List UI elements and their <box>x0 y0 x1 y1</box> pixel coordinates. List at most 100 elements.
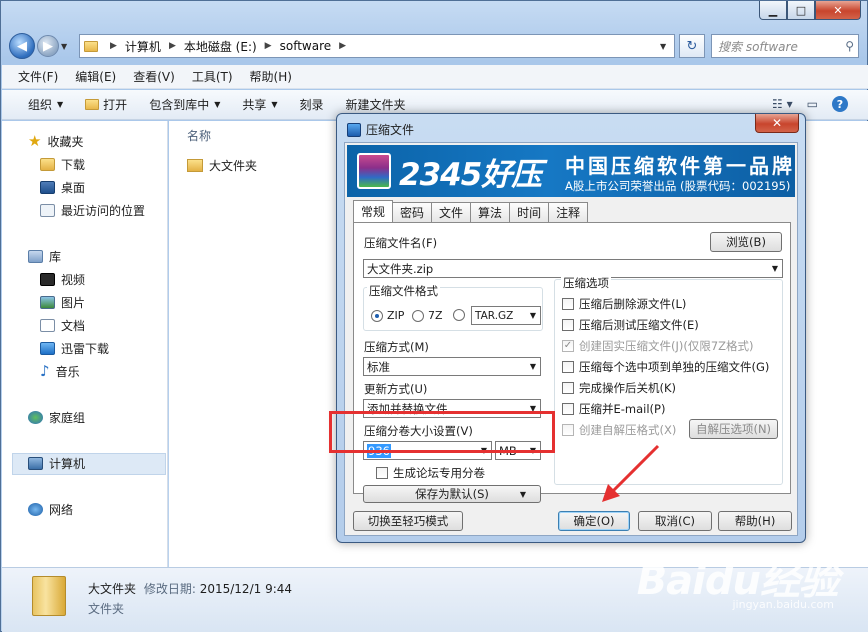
method-value: 标准 <box>367 359 390 374</box>
back-button[interactable]: ◀ <box>9 33 35 59</box>
tab-time[interactable]: 时间 <box>509 202 550 222</box>
close-button[interactable]: ✕ <box>815 1 861 20</box>
format-other-radio[interactable] <box>453 309 469 321</box>
breadcrumb-software[interactable]: software <box>280 39 332 53</box>
nav-item-downloads[interactable]: 下载 <box>40 156 85 173</box>
nav-item-pictures[interactable]: 图片 <box>40 294 85 311</box>
filename-label: 压缩文件名(F) <box>364 236 438 250</box>
recent-places-icon <box>40 204 55 217</box>
tab-password[interactable]: 密码 <box>392 202 433 222</box>
menu-view[interactable]: 查看(V) <box>133 68 175 85</box>
nav-item-thunder[interactable]: 迅雷下载 <box>40 340 109 357</box>
help-icon[interactable]: ? <box>832 96 848 112</box>
menu-bar: 文件(F) 编辑(E) 查看(V) 工具(T) 帮助(H) <box>2 65 868 89</box>
folder-icon <box>32 576 66 616</box>
folder-icon <box>84 40 98 52</box>
tab-general[interactable]: 常规 <box>353 200 394 222</box>
cancel-button[interactable]: 取消(C) <box>638 511 712 531</box>
maximize-button[interactable]: □ <box>787 1 815 20</box>
homegroup-icon <box>28 411 43 424</box>
tab-algorithm[interactable]: 算法 <box>470 202 511 222</box>
open-button[interactable]: 打开 <box>85 96 127 113</box>
organize-button[interactable]: 组织 ▼ <box>28 96 63 113</box>
library-icon <box>28 250 43 263</box>
option-shutdown[interactable]: 完成操作后关机(K) <box>562 380 676 396</box>
radio-selected-icon <box>371 309 383 322</box>
burn-button[interactable]: 刻录 <box>300 96 324 113</box>
window-controls: ▁ □ ✕ <box>759 1 861 20</box>
menu-tools[interactable]: 工具(T) <box>192 68 233 85</box>
ok-button[interactable]: 确定(O) <box>558 511 630 531</box>
nav-item-documents[interactable]: 文档 <box>40 317 85 334</box>
refresh-button[interactable]: ↻ <box>679 34 705 58</box>
file-name: 大文件夹 <box>209 158 258 173</box>
search-input[interactable]: 搜索 software ⚲ <box>711 34 859 58</box>
details-modified-value: 2015/12/1 9:44 <box>199 582 293 596</box>
nav-item-label: 下载 <box>61 158 86 172</box>
nav-item-desktop[interactable]: 桌面 <box>40 179 85 196</box>
nav-favorites[interactable]: ★ 收藏夹 <box>28 133 83 150</box>
chevron-right-icon: ▶ <box>264 41 272 51</box>
format-zip-radio[interactable]: ZIP <box>371 309 404 322</box>
help-button[interactable]: 帮助(H) <box>718 511 792 531</box>
nav-item-music[interactable]: ♪ 音乐 <box>40 363 80 380</box>
radio-icon <box>453 309 465 321</box>
search-icon: ⚲ <box>845 39 854 53</box>
navigation-pane: ★ 收藏夹 下载 桌面 最近访问的位置 库 视频 图片 文档 迅雷下载 ♪ 音乐 家… <box>2 121 168 567</box>
downloads-folder-icon <box>40 158 55 171</box>
format-7z-radio[interactable]: 7Z <box>412 309 443 322</box>
new-folder-button[interactable]: 新建文件夹 <box>346 96 406 113</box>
format-other-combo[interactable]: TAR.GZ ▼ <box>471 306 541 325</box>
breadcrumb-drive[interactable]: 本地磁盘 (E:) <box>184 38 257 55</box>
burn-label: 刻录 <box>299 98 324 112</box>
minimize-button[interactable]: ▁ <box>759 1 787 20</box>
light-mode-button[interactable]: 切换至轻巧模式 <box>353 511 463 531</box>
nav-libraries[interactable]: 库 <box>28 248 61 265</box>
file-item[interactable]: 大文件夹 <box>187 155 347 175</box>
filename-value: 大文件夹.zip <box>367 261 434 276</box>
recent-pages-dropdown[interactable]: ▼ <box>61 42 73 51</box>
breadcrumb-computer[interactable]: 计算机 <box>125 38 161 55</box>
address-bar[interactable]: ▶ 计算机 ▶ 本地磁盘 (E:) ▶ software ▶ ▼ <box>79 34 675 58</box>
nav-network-label: 网络 <box>49 503 74 517</box>
nav-item-recent[interactable]: 最近访问的位置 <box>40 202 145 219</box>
browse-button[interactable]: 浏览(B) <box>710 232 782 252</box>
nav-item-videos[interactable]: 视频 <box>40 271 85 288</box>
view-options-icon[interactable]: ☷ ▾ <box>772 97 793 111</box>
option-separate-archives[interactable]: 压缩每个选中项到单独的压缩文件(G) <box>562 359 769 375</box>
address-dropdown[interactable]: ▼ <box>660 42 674 51</box>
option-email[interactable]: 压缩并E-mail(P) <box>562 401 665 417</box>
include-label: 包含到库中 <box>149 98 210 112</box>
tab-files[interactable]: 文件 <box>431 202 472 222</box>
option-delete-source[interactable]: 压缩后删除源文件(L) <box>562 296 686 312</box>
search-placeholder: 搜索 software <box>718 39 798 54</box>
nav-item-label: 桌面 <box>61 181 86 195</box>
save-default-button[interactable]: 保存为默认(S) ▼ <box>363 485 541 503</box>
nav-network[interactable]: 网络 <box>28 501 73 518</box>
method-combo[interactable]: 标准 ▼ <box>363 357 541 376</box>
menu-file[interactable]: 文件(F) <box>18 68 58 85</box>
include-in-library-button[interactable]: 包含到库中 ▼ <box>149 96 220 113</box>
brand-slogan: 中国压缩软件第一品牌 <box>565 154 795 178</box>
forward-button[interactable]: ▶ <box>37 35 59 57</box>
nav-homegroup[interactable]: 家庭组 <box>28 409 85 426</box>
dialog-close-button[interactable]: ✕ <box>755 114 799 133</box>
option-label: 压缩后测试压缩文件(E) <box>579 318 699 332</box>
organize-label: 组织 <box>28 98 53 112</box>
forum-split-checkbox[interactable]: 生成论坛专用分卷 <box>376 465 485 481</box>
nav-computer[interactable]: 计算机 <box>28 455 85 472</box>
option-test-archive[interactable]: 压缩后测试压缩文件(E) <box>562 317 699 333</box>
menu-help[interactable]: 帮助(H) <box>250 68 292 85</box>
desktop-icon <box>40 181 55 194</box>
option-label: 压缩后删除源文件(L) <box>579 297 687 311</box>
preview-pane-icon[interactable]: ▭ <box>807 97 818 111</box>
column-header-name[interactable]: 名称 <box>187 127 211 144</box>
checkbox-icon <box>562 382 574 394</box>
chevron-down-icon: ▼ <box>519 489 526 499</box>
option-label: 压缩并E-mail(P) <box>579 402 666 416</box>
menu-edit[interactable]: 编辑(E) <box>75 68 116 85</box>
forum-split-label: 生成论坛专用分卷 <box>393 466 485 480</box>
share-button[interactable]: 共享 ▼ <box>242 96 277 113</box>
option-sfx: 创建自解压格式(X) <box>562 422 676 438</box>
tab-comment[interactable]: 注释 <box>548 202 589 222</box>
